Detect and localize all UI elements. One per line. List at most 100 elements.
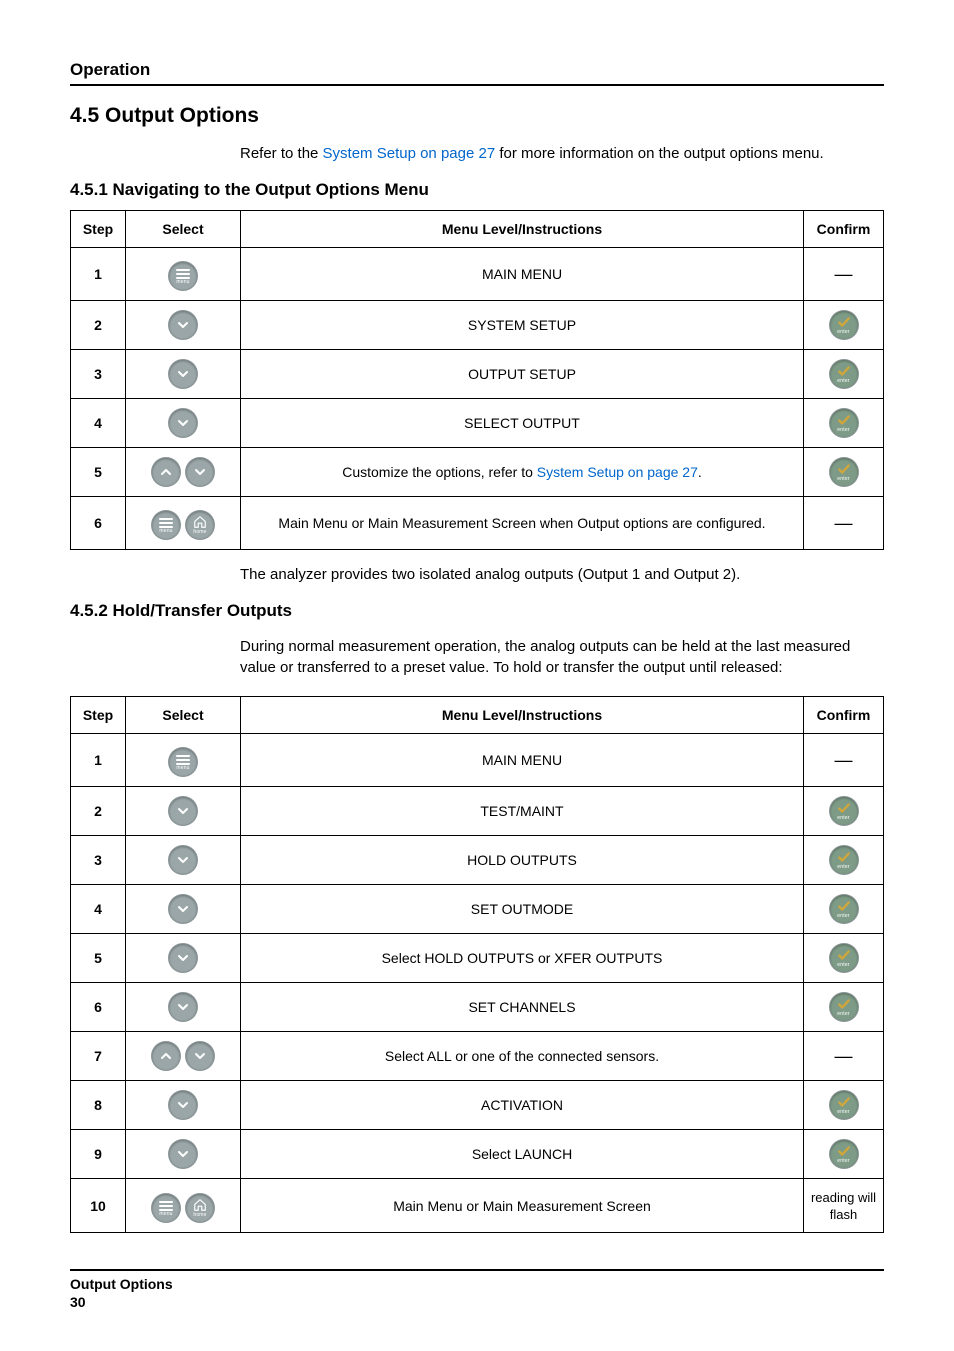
confirm-cell: enter: [804, 787, 884, 836]
intro-paragraph: Refer to the System Setup on page 27 for…: [240, 143, 884, 164]
col-confirm: Confirm: [804, 211, 884, 248]
table-navigate-output-options: Step Select Menu Level/Instructions Conf…: [70, 210, 884, 550]
table-header-row: Step Select Menu Level/Instructions Conf…: [71, 697, 884, 734]
menu-key-icon: menu: [169, 262, 197, 290]
step-number: 3: [71, 350, 126, 399]
select-keys: [126, 787, 241, 836]
instruction-cell: Select HOLD OUTPUTS or XFER OUTPUTS: [241, 934, 804, 983]
confirm-cell: enter: [804, 836, 884, 885]
confirm-cell: enter: [804, 399, 884, 448]
step-number: 8: [71, 1081, 126, 1130]
home-key-icon: home: [186, 511, 214, 539]
step-number: 9: [71, 1130, 126, 1179]
down-arrow-key-icon: [186, 1042, 214, 1070]
select-keys: [126, 885, 241, 934]
instruction-cell: Select LAUNCH: [241, 1130, 804, 1179]
table-row: 10 menu homeMain Menu or Main Measuremen…: [71, 1179, 884, 1233]
confirm-cell: enter: [804, 301, 884, 350]
footer-page-number: 30: [70, 1293, 884, 1311]
instruction-cell: SYSTEM SETUP: [241, 301, 804, 350]
table-row: 6 menu home Main Menu or Main Measurement…: [71, 497, 884, 550]
down-arrow-key-icon: [169, 1091, 197, 1119]
table-row: 5 Customize the options, refer to System…: [71, 448, 884, 497]
select-keys: [126, 1032, 241, 1081]
page-footer: Output Options 30: [70, 1269, 884, 1311]
enter-key-icon: enter: [830, 409, 858, 437]
col-select: Select: [126, 697, 241, 734]
table-header-row: Step Select Menu Level/Instructions Conf…: [71, 211, 884, 248]
select-keys: menu: [126, 734, 241, 787]
step-number: 6: [71, 983, 126, 1032]
table-row: 5 Select HOLD OUTPUTS or XFER OUTPUTS en…: [71, 934, 884, 983]
hold-transfer-intro: During normal measurement operation, the…: [240, 636, 884, 678]
enter-key-icon: enter: [830, 458, 858, 486]
link-system-setup[interactable]: System Setup on page 27: [323, 145, 496, 162]
link-system-setup[interactable]: System Setup on page 27: [537, 464, 698, 480]
intro-suffix: for more information on the output optio…: [495, 145, 824, 162]
instruction-cell: HOLD OUTPUTS: [241, 836, 804, 885]
up-arrow-key-icon: [152, 1042, 180, 1070]
table-row: 8 ACTIVATION enter: [71, 1081, 884, 1130]
down-arrow-key-icon: [169, 360, 197, 388]
table-row: 3 HOLD OUTPUTS enter: [71, 836, 884, 885]
table-row: 4 SELECT OUTPUT enter: [71, 399, 884, 448]
running-header: Operation: [70, 60, 884, 86]
select-keys: menu home: [126, 1179, 241, 1233]
instruction-cell: SET OUTMODE: [241, 885, 804, 934]
instruction-cell: MAIN MENU: [241, 248, 804, 301]
down-arrow-key-icon: [169, 944, 197, 972]
instruction-cell: TEST/MAINT: [241, 787, 804, 836]
down-arrow-key-icon: [186, 458, 214, 486]
enter-key-icon: enter: [830, 1140, 858, 1168]
enter-key-icon: enter: [830, 360, 858, 388]
page: Operation 4.5 Output Options Refer to th…: [0, 0, 954, 1351]
down-arrow-key-icon: [169, 797, 197, 825]
step-number: 2: [71, 301, 126, 350]
down-arrow-key-icon: [169, 311, 197, 339]
step-number: 6: [71, 497, 126, 550]
select-keys: [126, 934, 241, 983]
instruction-cell: Select ALL or one of the connected senso…: [241, 1032, 804, 1081]
enter-key-icon: enter: [830, 797, 858, 825]
confirm-cell: enter: [804, 350, 884, 399]
home-key-icon: home: [186, 1194, 214, 1222]
up-arrow-key-icon: [152, 458, 180, 486]
no-confirm-dash: —: [835, 264, 853, 284]
instruction-cell: Main Menu or Main Measurement Screen: [241, 1179, 804, 1233]
confirm-cell: enter: [804, 1081, 884, 1130]
footer-section-name: Output Options: [70, 1275, 884, 1293]
table-row: 1 menuMAIN MENU—: [71, 248, 884, 301]
heading-4-5-1: 4.5.1 Navigating to the Output Options M…: [70, 180, 884, 200]
select-keys: [126, 448, 241, 497]
table-hold-transfer: Step Select Menu Level/Instructions Conf…: [70, 696, 884, 1233]
no-confirm-dash: —: [835, 1046, 853, 1066]
table-row: 1 menuMAIN MENU—: [71, 734, 884, 787]
col-step: Step: [71, 211, 126, 248]
enter-key-icon: enter: [830, 1091, 858, 1119]
table-row: 7 Select ALL or one of the connected sen…: [71, 1032, 884, 1081]
step-number: 5: [71, 934, 126, 983]
down-arrow-key-icon: [169, 1140, 197, 1168]
heading-4-5-2: 4.5.2 Hold/Transfer Outputs: [70, 601, 884, 621]
col-instructions: Menu Level/Instructions: [241, 697, 804, 734]
step-number: 4: [71, 885, 126, 934]
instruction-prefix: Customize the options, refer to: [342, 464, 537, 480]
instruction-cell: OUTPUT SETUP: [241, 350, 804, 399]
confirm-cell: —: [804, 734, 884, 787]
instruction-cell: Main Menu or Main Measurement Screen whe…: [241, 497, 804, 550]
confirm-cell: enter: [804, 1130, 884, 1179]
instruction-cell: ACTIVATION: [241, 1081, 804, 1130]
select-keys: [126, 399, 241, 448]
step-number: 10: [71, 1179, 126, 1233]
col-confirm: Confirm: [804, 697, 884, 734]
intro-prefix: Refer to the: [240, 145, 323, 162]
table-row: 4 SET OUTMODE enter: [71, 885, 884, 934]
confirm-cell: —: [804, 1032, 884, 1081]
confirm-cell: reading will flash: [804, 1179, 884, 1233]
select-keys: [126, 836, 241, 885]
enter-key-icon: enter: [830, 895, 858, 923]
two-outputs-note: The analyzer provides two isolated analo…: [240, 564, 884, 585]
menu-key-icon: menu: [152, 511, 180, 539]
step-number: 1: [71, 734, 126, 787]
col-step: Step: [71, 697, 126, 734]
